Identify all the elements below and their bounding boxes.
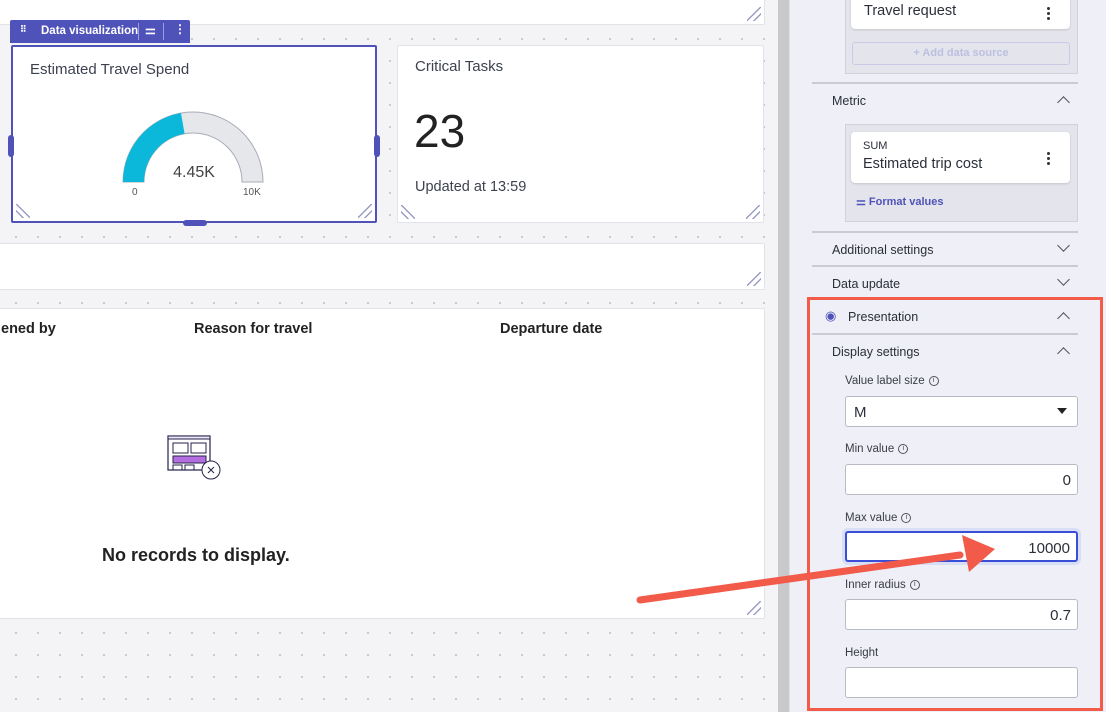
- resize-handle[interactable]: [401, 205, 415, 219]
- resize-handle-right[interactable]: [374, 135, 380, 157]
- data-source-name: Travel request: [864, 3, 957, 19]
- value-label-size-select[interactable]: M: [845, 396, 1078, 427]
- chevron-down-icon: [1057, 239, 1070, 252]
- metric-item[interactable]: SUM Estimated trip cost: [851, 132, 1070, 183]
- empty-card[interactable]: [0, 243, 765, 290]
- sliders-icon[interactable]: ⚌: [145, 23, 156, 37]
- column-header[interactable]: ened by: [1, 321, 56, 337]
- no-records-icon: [167, 435, 221, 480]
- data-update-header[interactable]: Data update: [812, 265, 1078, 299]
- sliders-icon: ⚌: [856, 196, 869, 208]
- card-title: Critical Tasks: [415, 58, 504, 75]
- metric-field: Estimated trip cost: [863, 156, 983, 172]
- inner-radius-input[interactable]: 0.7: [845, 599, 1078, 630]
- height-input[interactable]: [845, 667, 1078, 698]
- gauge-min-label: 0: [132, 187, 138, 198]
- toolbar-label: Data visualization: [41, 25, 139, 37]
- updated-text: Updated at 13:59: [415, 179, 527, 195]
- value-label-size-label: Value label size i: [845, 375, 939, 387]
- resize-handle[interactable]: [16, 204, 30, 218]
- max-value-input[interactable]: 10000: [845, 531, 1078, 562]
- presentation-header[interactable]: ◉ Presentation: [812, 300, 1078, 334]
- gauge-chart: [122, 111, 264, 183]
- kpi-value: 23: [414, 105, 466, 157]
- critical-tasks-card[interactable]: Critical Tasks 23 Updated at 13:59: [397, 45, 764, 223]
- properties-panel: Travel request + Add data source Metric …: [790, 0, 1106, 712]
- dashboard-canvas: ⠿ Data visualization ⚌ ⋮ Estimated Trave…: [0, 0, 778, 712]
- more-vertical-icon[interactable]: [1047, 152, 1050, 155]
- resize-handle[interactable]: [747, 7, 761, 21]
- resize-handle[interactable]: [746, 205, 760, 219]
- drag-handle-icon[interactable]: ⠿: [20, 24, 27, 35]
- column-header[interactable]: Departure date: [500, 321, 602, 337]
- resize-handle[interactable]: [358, 204, 372, 218]
- data-source-item[interactable]: Travel request: [851, 0, 1070, 29]
- gauge-value: 4.45K: [173, 164, 215, 181]
- panel-splitter[interactable]: [778, 0, 790, 712]
- widget-toolbar: ⠿ Data visualization ⚌ ⋮: [10, 20, 190, 43]
- column-header[interactable]: Reason for travel: [194, 321, 312, 337]
- gauge-max-label: 10K: [243, 187, 261, 198]
- caret-down-icon: [1057, 408, 1067, 414]
- chevron-up-icon: [1057, 96, 1070, 109]
- info-icon[interactable]: i: [928, 375, 939, 386]
- metric-section-header[interactable]: Metric: [812, 82, 1078, 116]
- display-settings-header[interactable]: Display settings: [812, 333, 1078, 367]
- height-label: Height: [845, 647, 879, 659]
- resize-handle[interactable]: [747, 601, 761, 615]
- info-icon[interactable]: i: [898, 443, 909, 454]
- gauge-card[interactable]: Estimated Travel Spend 4.45K 0 10K: [8, 45, 380, 226]
- chevron-up-icon: [1057, 347, 1070, 360]
- min-value-label: Min value i: [845, 443, 909, 455]
- format-values-link[interactable]: ⚌ Format values: [856, 195, 944, 208]
- chevron-up-icon: [1057, 312, 1070, 325]
- more-vertical-icon[interactable]: [1047, 7, 1050, 10]
- resize-handle-left[interactable]: [8, 135, 14, 157]
- inner-radius-label: Inner radius i: [845, 579, 920, 591]
- additional-settings-header[interactable]: Additional settings: [812, 231, 1078, 265]
- eye-icon: ◉: [825, 308, 837, 323]
- info-icon[interactable]: i: [901, 512, 912, 523]
- empty-state-text: No records to display.: [102, 545, 290, 565]
- more-vertical-icon[interactable]: ⋮: [174, 22, 186, 36]
- resize-handle[interactable]: [747, 272, 761, 286]
- resize-handle-bottom[interactable]: [183, 220, 207, 226]
- info-icon[interactable]: i: [909, 579, 920, 590]
- table-card[interactable]: ened by Reason for travel Departure date…: [0, 308, 765, 619]
- max-value-label: Max value i: [845, 512, 912, 524]
- metric-aggregation: SUM: [863, 140, 888, 152]
- chevron-down-icon: [1057, 273, 1070, 286]
- min-value-input[interactable]: 0: [845, 464, 1078, 495]
- add-data-source-button[interactable]: + Add data source: [852, 42, 1070, 65]
